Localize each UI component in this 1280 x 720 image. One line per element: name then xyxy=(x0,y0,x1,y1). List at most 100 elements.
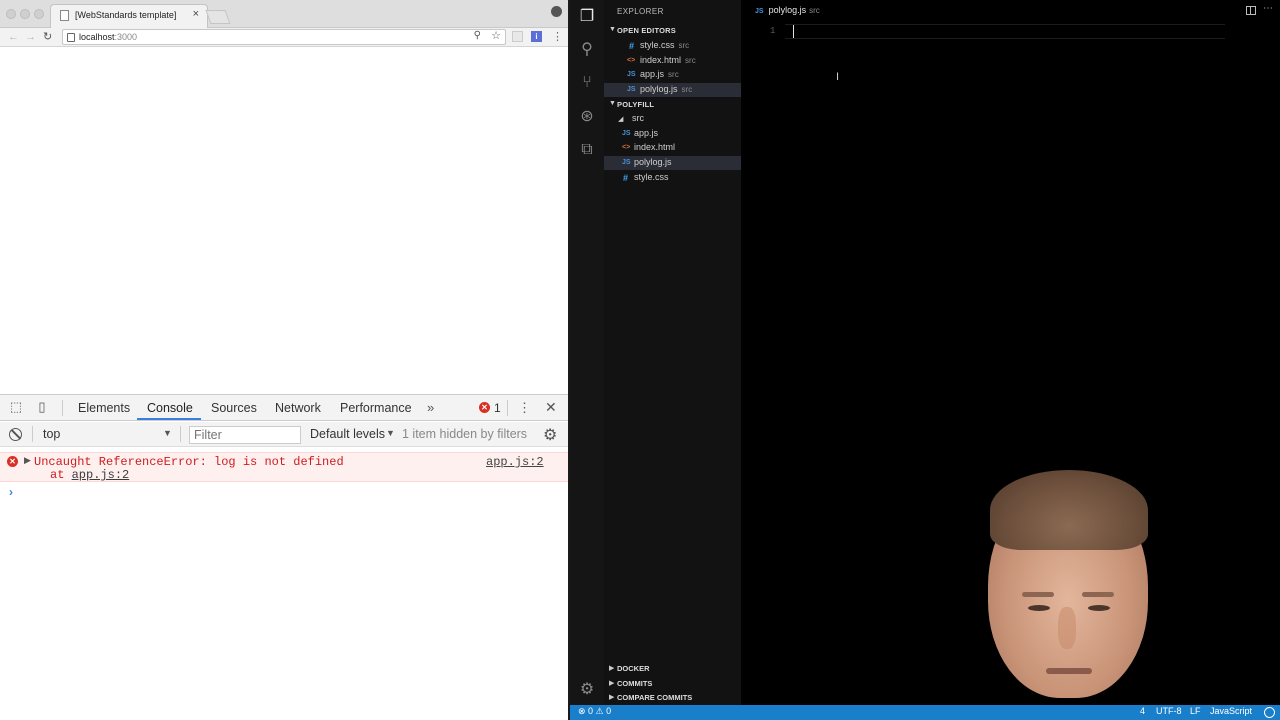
person-icon[interactable] xyxy=(551,6,562,17)
gear-icon[interactable]: ⚙ xyxy=(543,425,557,445)
file-dir: src xyxy=(681,85,693,94)
close-devtools-icon[interactable]: ✕ xyxy=(545,399,557,416)
error-message: Uncaught ReferenceError: log is not defi… xyxy=(34,455,344,469)
open-editor-item[interactable]: JS app.js src xyxy=(604,68,741,82)
presenter-nose xyxy=(1058,607,1076,649)
arrow-left-icon[interactable]: ← xyxy=(8,30,19,44)
gear-icon[interactable]: ⚙ xyxy=(578,681,596,699)
error-icon[interactable]: ✕ xyxy=(479,402,490,413)
extension-icon[interactable] xyxy=(512,31,523,42)
magnifier-icon[interactable]: ⚲ xyxy=(474,30,481,41)
close-tab-icon[interactable]: × xyxy=(193,8,199,20)
compare-commits-section[interactable]: ▶ COMPARE COMMITS xyxy=(604,691,741,705)
debug-icon[interactable]: ⊛ xyxy=(578,108,596,126)
context-select[interactable]: top xyxy=(43,427,60,441)
file-item[interactable]: JS polylog.js xyxy=(604,156,741,170)
file-name: polylog.js xyxy=(640,84,678,94)
folder-item[interactable]: ◢ src xyxy=(604,112,741,126)
presenter-hair xyxy=(990,470,1148,550)
page-icon xyxy=(60,10,69,21)
open-editors-header[interactable]: ▼ OPEN EDITORS xyxy=(604,24,741,38)
file-item[interactable]: <> index.html xyxy=(604,141,741,155)
new-tab-button[interactable] xyxy=(205,10,231,24)
close-window-button[interactable] xyxy=(6,9,16,19)
activity-bar: ❐ ⚲ ⑂ ⊛ ⧉ ⚙ xyxy=(570,0,604,705)
inspect-icon[interactable]: ⬚ xyxy=(9,400,23,414)
tab-network[interactable]: Network xyxy=(275,401,321,415)
explorer-title: EXPLORER xyxy=(617,7,664,16)
js-file-icon: JS xyxy=(627,86,636,93)
editor-tab-dir: src xyxy=(809,6,820,15)
dropdown-arrow-icon[interactable]: ▼ xyxy=(163,428,172,438)
active-tab-indicator xyxy=(137,418,201,420)
editor-tab[interactable]: JS polylog.js src xyxy=(755,5,820,15)
tab-elements[interactable]: Elements xyxy=(78,401,130,415)
devtools-menu-icon[interactable]: ⋮ xyxy=(518,400,531,416)
open-editor-item[interactable]: # style.css src xyxy=(604,39,741,53)
device-toggle-icon[interactable]: ▯ xyxy=(35,400,49,414)
file-item[interactable]: # style.css xyxy=(604,171,741,185)
reload-icon[interactable]: ↻ xyxy=(43,30,52,44)
address-bar[interactable]: localhost:3000 ⚲ ☆ xyxy=(62,29,506,45)
chevron-right-icon: ▶ xyxy=(609,694,615,701)
expand-triangle-icon[interactable]: ▶ xyxy=(24,455,31,466)
url-text: localhost:3000 xyxy=(79,32,138,42)
stack-link[interactable]: app.js:2 xyxy=(72,468,130,482)
maximize-window-button[interactable] xyxy=(34,9,44,19)
presenter-webcam xyxy=(950,465,1190,710)
tab-strip: [WebStandards template] × xyxy=(0,0,568,28)
arrow-right-icon[interactable]: → xyxy=(25,30,36,44)
language-indicator[interactable]: JavaScript xyxy=(1210,706,1252,716)
project-header[interactable]: ▼ POLYFILL xyxy=(604,98,741,112)
feedback-smiley-icon[interactable] xyxy=(1264,707,1275,718)
indentation-indicator[interactable]: 4 xyxy=(1140,706,1145,716)
status-bar: ⊗ 0 ⚠ 0 4 UTF-8 LF JavaScript xyxy=(570,705,1280,720)
line-number: 1 xyxy=(770,26,776,36)
log-levels-select[interactable]: Default levels xyxy=(310,427,385,441)
console-filter-input[interactable] xyxy=(189,426,301,444)
console-error-row[interactable]: ✕ ▶ Uncaught ReferenceError: log is not … xyxy=(0,452,568,482)
presenter-mouth xyxy=(1046,668,1092,674)
console-filterbar: top ▼ Default levels ▼ 1 item hidden by … xyxy=(0,422,568,447)
split-editor-icon[interactable] xyxy=(1246,6,1256,15)
eol-indicator[interactable]: LF xyxy=(1190,706,1201,716)
tab-console[interactable]: Console xyxy=(147,401,193,415)
encoding-indicator[interactable]: UTF-8 xyxy=(1156,706,1182,716)
console-prompt[interactable]: › xyxy=(9,485,13,499)
more-tabs-icon[interactable]: » xyxy=(427,400,434,415)
chevron-right-icon: ▶ xyxy=(609,665,615,672)
file-item[interactable]: JS app.js xyxy=(604,127,741,141)
clear-console-icon[interactable] xyxy=(9,428,22,441)
error-count[interactable]: 1 xyxy=(494,401,501,415)
chevron-down-icon: ▼ xyxy=(609,100,616,107)
more-actions-icon[interactable]: ⋯ xyxy=(1263,3,1273,14)
chrome-window: [WebStandards template] × ← → ↻ localhos… xyxy=(0,0,568,720)
page-info-icon[interactable] xyxy=(67,33,75,42)
css-file-icon: # xyxy=(623,173,629,183)
browser-tab[interactable]: [WebStandards template] × xyxy=(50,4,208,28)
file-name: index.html xyxy=(634,142,676,152)
text-caret xyxy=(793,25,794,38)
extension-info-icon[interactable]: i xyxy=(531,31,542,42)
tab-sources[interactable]: Sources xyxy=(211,401,257,415)
minimize-window-button[interactable] xyxy=(20,9,30,19)
presenter-eye xyxy=(1088,605,1110,611)
star-icon[interactable]: ☆ xyxy=(491,29,501,42)
kebab-icon[interactable]: ⋮ xyxy=(552,30,563,44)
search-icon[interactable]: ⚲ xyxy=(578,41,596,59)
presenter-brow xyxy=(1082,592,1114,597)
docker-section[interactable]: ▶ DOCKER xyxy=(604,662,741,676)
open-editor-item[interactable]: JS polylog.js src xyxy=(604,83,741,97)
source-link[interactable]: app.js:2 xyxy=(486,455,544,469)
files-icon[interactable]: ❐ xyxy=(578,8,596,26)
problems-indicator[interactable]: ⊗ 0 ⚠ 0 xyxy=(578,706,611,717)
tab-performance[interactable]: Performance xyxy=(340,401,412,415)
js-file-icon: JS xyxy=(627,71,636,78)
commits-section[interactable]: ▶ COMMITS xyxy=(604,677,741,691)
dropdown-arrow-icon[interactable]: ▼ xyxy=(386,428,395,438)
divider xyxy=(180,426,181,442)
chevron-down-icon: ◢ xyxy=(618,116,624,123)
open-editor-item[interactable]: <> index.html src xyxy=(604,54,741,68)
extensions-icon[interactable]: ⧉ xyxy=(578,141,596,159)
source-control-icon[interactable]: ⑂ xyxy=(578,74,596,92)
